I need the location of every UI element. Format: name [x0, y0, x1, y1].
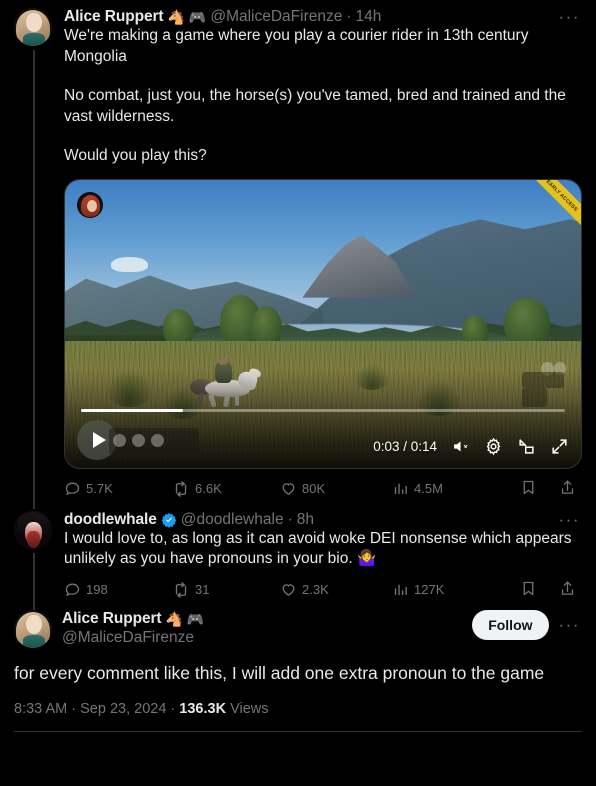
tweet-text-paragraph-3: Would you play this? [64, 147, 207, 164]
like-count: 2.3K [302, 582, 329, 597]
video-player-card[interactable]: EARLY ACCESS 0:03 / 0:14 [64, 178, 582, 469]
user-handle[interactable]: @MaliceDaFirenze [210, 8, 342, 26]
follow-button[interactable]: Follow [472, 609, 549, 640]
avatar-image-alice [14, 609, 52, 648]
user-handle[interactable]: @MaliceDaFirenze [62, 629, 204, 647]
reply-count: 5.7K [86, 481, 113, 496]
verified-badge-icon [161, 512, 177, 528]
fullscreen-expand-icon[interactable] [550, 437, 569, 456]
display-name[interactable]: Alice Ruppert [64, 8, 164, 26]
tweet-gutter [14, 8, 54, 509]
post-time: 8:33 AM [14, 700, 68, 717]
thread-connector-line [33, 50, 35, 509]
video-progress-fill [81, 408, 183, 412]
avatar[interactable] [14, 8, 52, 46]
twitter-thread-view: Alice Ruppert 🐴 🎮 @MaliceDaFirenze · 14h… [0, 0, 596, 786]
avatar[interactable] [14, 609, 52, 648]
tweet-body: Alice Ruppert 🐴 🎮 @MaliceDaFirenze · 14h… [54, 8, 582, 499]
game-controller-emoji: 🎮 [188, 9, 207, 25]
mute-icon[interactable] [451, 438, 470, 455]
display-name[interactable]: doodlewhale [64, 511, 157, 529]
more-options-icon[interactable]: ··· [557, 616, 582, 633]
separator-dot: · [346, 8, 352, 25]
video-controls: 0:03 / 0:14 [373, 437, 569, 456]
game-controller-emoji: 🎮 [186, 610, 205, 627]
views-count: 4.5M [414, 481, 443, 496]
share-icon[interactable] [559, 580, 576, 600]
horse-emoji: 🐴 [167, 9, 185, 25]
timestamp[interactable]: 14h [356, 8, 382, 26]
user-handle[interactable]: @doodlewhale [181, 511, 284, 529]
tweet-text-focused: for every comment like this, I will add … [14, 662, 545, 683]
reply-action[interactable]: 5.7K [64, 480, 172, 497]
post-date: Sep 23, 2024 [80, 700, 167, 717]
tweet-reply: doodlewhale @doodlewhale · 8h ··· I woul… [0, 503, 596, 610]
play-triangle-icon [92, 431, 106, 448]
display-name[interactable]: Alice Ruppert [62, 610, 162, 628]
tweet-actions-right [520, 479, 576, 499]
more-options-icon[interactable]: ··· [557, 511, 582, 528]
like-count: 80K [302, 481, 326, 496]
more-options-icon[interactable]: ··· [557, 8, 582, 25]
views-count: 127K [414, 582, 445, 597]
settings-gear-icon[interactable] [484, 437, 503, 456]
hud-icon-3 [151, 434, 164, 447]
like-action[interactable]: 80K [280, 480, 392, 497]
timestamp[interactable]: 8h [297, 511, 314, 529]
focused-display-row: Alice Ruppert 🐴 🎮 [62, 610, 204, 628]
avatar-image-alice [14, 8, 52, 46]
tweet-metadata: 8:33 AM · Sep 23, 2024 · 136.3K Views [14, 701, 582, 717]
tweet-actions-reply: 198 31 2.3K 127K [64, 580, 582, 600]
repost-action[interactable]: 31 [172, 581, 280, 599]
horse-emoji: 🐴 [165, 610, 183, 627]
tweet-gutter-reply [14, 510, 54, 610]
tweet-actions-primary: 5.7K 6.6K 80K 4.5M [64, 479, 582, 499]
reply-action[interactable]: 198 [64, 581, 172, 598]
tweet-text-paragraph-2: No combat, just you, the horse(s) you've… [64, 87, 571, 125]
tweet-actions-right [520, 580, 576, 600]
separator-dot: · [287, 510, 293, 528]
picture-in-picture-icon[interactable] [517, 437, 536, 456]
game-hud-item-bar [109, 427, 199, 454]
hud-icon-1 [113, 434, 126, 447]
bookmark-icon[interactable] [520, 479, 537, 499]
tweet-text-paragraph-1: We're making a game where you play a cou… [64, 27, 533, 65]
meta-separator-2: · [170, 700, 176, 717]
avatar-image-doodlewhale [14, 510, 52, 549]
tweet-header: Alice Ruppert 🐴 🎮 @MaliceDaFirenze · 14h… [64, 8, 582, 26]
thread-connector-line [33, 552, 35, 610]
views-action[interactable]: 4.5M [392, 480, 500, 497]
views-action[interactable]: 127K [392, 581, 500, 598]
hud-icon-2 [132, 434, 145, 447]
views-label: Views [230, 700, 269, 717]
focused-name-block: Alice Ruppert 🐴 🎮 @MaliceDaFirenze [52, 610, 204, 647]
repost-count: 31 [195, 582, 210, 597]
repost-action[interactable]: 6.6K [172, 480, 280, 498]
tweet-focused: Alice Ruppert 🐴 🎮 @MaliceDaFirenze Follo… [0, 600, 596, 732]
tweet-primary: Alice Ruppert 🐴 🎮 @MaliceDaFirenze · 14h… [0, 0, 596, 509]
video-frame-gameplay [65, 179, 581, 468]
like-action[interactable]: 2.3K [280, 581, 392, 598]
reply-count: 198 [86, 582, 108, 597]
bottom-divider [14, 730, 582, 732]
views-count-focused: 136.3K [179, 700, 227, 717]
tweet-body-reply: doodlewhale @doodlewhale · 8h ··· I woul… [54, 511, 582, 600]
share-icon[interactable] [559, 479, 576, 499]
video-overlay-avatar[interactable] [77, 191, 103, 218]
tweet-header-reply: doodlewhale @doodlewhale · 8h ··· [64, 511, 582, 529]
avatar-image-video [78, 192, 102, 217]
tweet-text-reply: I would love to, as long as it can avoid… [64, 529, 576, 568]
video-progress-track[interactable] [81, 408, 565, 412]
avatar[interactable] [14, 510, 52, 549]
video-time-display: 0:03 / 0:14 [373, 438, 437, 454]
bookmark-icon[interactable] [520, 580, 537, 600]
repost-count: 6.6K [195, 481, 222, 496]
meta-separator-1: · [71, 700, 77, 717]
tweet-header-focused: Alice Ruppert 🐴 🎮 @MaliceDaFirenze Follo… [14, 609, 582, 648]
